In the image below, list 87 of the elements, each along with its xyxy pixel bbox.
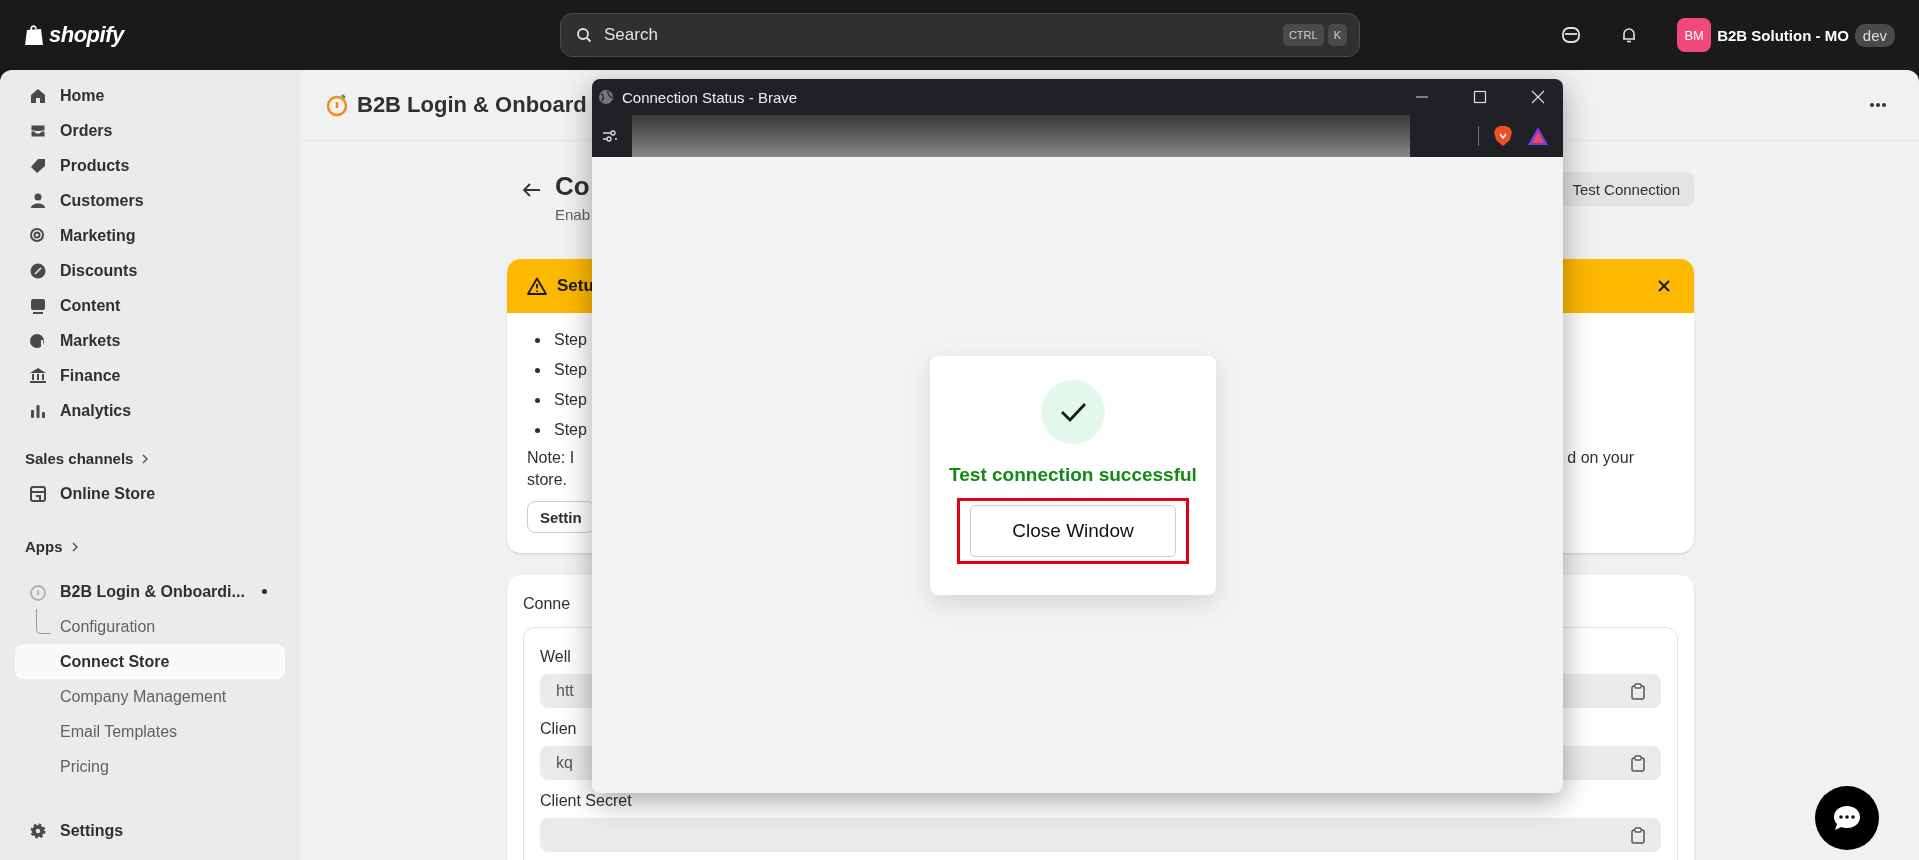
clipboard-icon[interactable] <box>1631 826 1645 844</box>
nav-item[interactable]: Customers <box>15 183 285 218</box>
credential-field[interactable] <box>540 818 1661 852</box>
nav-item[interactable]: Markets <box>15 323 285 358</box>
store-name: B2B Solution - MO <box>1717 26 1849 44</box>
field-label: Clien <box>540 720 578 738</box>
products-icon <box>29 156 47 175</box>
note-text: store. <box>527 471 567 490</box>
site-settings-icon[interactable] <box>602 128 618 144</box>
app-nav-item[interactable]: B2B Login & Onboardi... <box>15 574 285 609</box>
search-icon <box>576 27 592 43</box>
section-heading[interactable]: Apps <box>15 529 88 564</box>
field-label: Well <box>540 648 572 666</box>
lion-icon[interactable] <box>1493 125 1513 147</box>
more-icon[interactable] <box>1869 102 1887 108</box>
chevron-right-icon <box>142 453 149 464</box>
step-text: Step <box>554 421 587 439</box>
chevron-right-icon <box>71 541 78 552</box>
sub-nav-item[interactable]: Pricing <box>15 749 285 784</box>
nav-item[interactable]: Orders <box>15 113 285 148</box>
field-label: Client Secret <box>540 792 633 810</box>
success-message: Test connection successful <box>949 464 1197 486</box>
search-bar[interactable]: Search CTRL K <box>560 13 1360 57</box>
checkmark-icon <box>1041 380 1105 444</box>
globe-icon <box>598 89 614 105</box>
app-title: B2B Login & Onboard <box>357 92 587 118</box>
discounts-icon <box>29 261 47 280</box>
pin-dot <box>262 589 267 594</box>
clipboard-icon[interactable] <box>1631 682 1645 700</box>
search-input[interactable]: Search <box>602 24 1273 46</box>
step-text: Step <box>554 391 587 409</box>
warning-icon <box>527 277 547 295</box>
close-icon[interactable] <box>1658 280 1670 292</box>
triangle-icon[interactable] <box>1527 126 1549 146</box>
step-text: Step <box>554 361 587 379</box>
store-avatar: BM <box>1677 18 1712 52</box>
card-title: Conne <box>523 595 572 613</box>
sidekick-icon[interactable] <box>1561 25 1582 45</box>
page-subtitle: Enab <box>555 206 591 223</box>
back-arrow-icon[interactable] <box>523 183 541 197</box>
store-menu[interactable]: BM B2B Solution - MO dev <box>1677 18 1895 52</box>
sub-nav-item[interactable]: Connect Store <box>15 644 285 679</box>
maximize-icon[interactable] <box>1473 90 1487 104</box>
sub-nav-item[interactable]: Email Templates <box>15 714 285 749</box>
customers-icon <box>29 191 47 210</box>
section-heading[interactable]: Sales channels <box>15 441 159 476</box>
shopping-bag-icon <box>24 24 44 46</box>
shortcut-key: CTRL <box>1282 24 1324 46</box>
nav-item[interactable]: Finance <box>15 358 285 393</box>
app-icon <box>29 582 47 601</box>
clipboard-icon[interactable] <box>1631 754 1645 772</box>
note-text: Note: I <box>527 449 575 467</box>
content-icon <box>29 296 47 315</box>
banner-title: Setu <box>557 276 594 296</box>
nav-item[interactable]: Products <box>15 148 285 183</box>
banner-button[interactable]: Settin <box>527 501 595 533</box>
bullet <box>535 427 540 433</box>
chat-icon <box>1832 804 1862 832</box>
store-icon <box>29 484 47 503</box>
app-logo-icon <box>325 93 349 117</box>
step-text: Step <box>554 331 587 349</box>
home-icon <box>29 86 47 105</box>
nav-item[interactable]: Online Store <box>15 476 285 511</box>
sub-nav-item[interactable]: Configuration <box>15 609 285 644</box>
finance-icon <box>29 366 47 385</box>
bullet <box>535 337 540 343</box>
nav-item[interactable]: Marketing <box>15 218 285 253</box>
bullet <box>535 367 540 373</box>
nav-item[interactable]: Home <box>15 78 285 113</box>
nav-item[interactable]: Analytics <box>15 393 285 428</box>
marketing-icon <box>29 226 47 245</box>
dev-badge: dev <box>1854 23 1895 47</box>
note-text: d on your <box>1567 449 1634 467</box>
nav-item[interactable]: Discounts <box>15 253 285 288</box>
bullet <box>535 397 540 403</box>
window-title: Connection Status - Brave <box>622 88 798 106</box>
close-window-button[interactable]: Close Window <box>970 505 1176 557</box>
tree-line <box>36 609 51 634</box>
address-bar[interactable] <box>632 115 1410 157</box>
settings-item[interactable]: Settings <box>15 813 285 848</box>
gear-icon <box>29 821 47 840</box>
shortcut-key: K <box>1327 24 1347 46</box>
sub-nav-item[interactable]: Company Management <box>15 679 285 714</box>
logo-text[interactable]: shopify <box>49 22 124 48</box>
markets-icon <box>29 331 47 350</box>
page-title: Co <box>555 171 591 202</box>
nav-item[interactable]: Content <box>15 288 285 323</box>
